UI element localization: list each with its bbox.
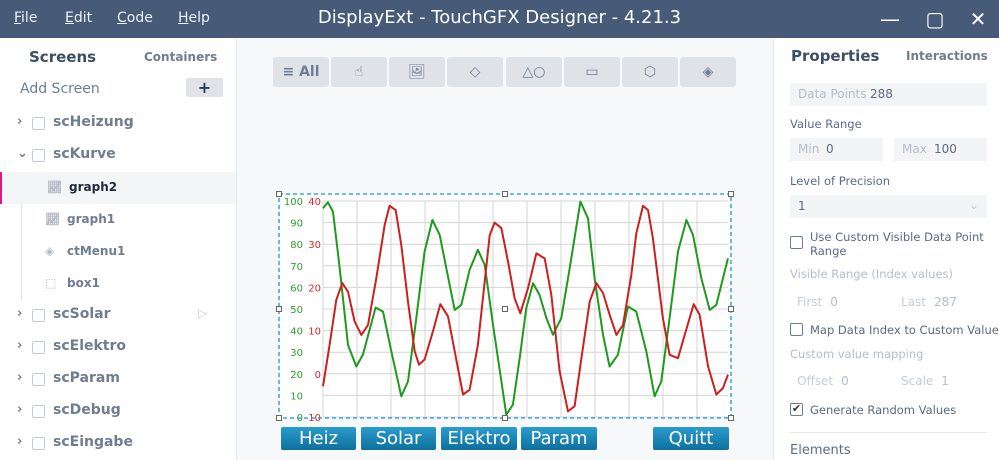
- scale-field: Scale 1: [901, 374, 949, 388]
- precision-select[interactable]: 1 ⌄: [790, 195, 987, 218]
- data-points-field[interactable]: Data Points 288: [790, 83, 987, 106]
- heiz-button[interactable]: Heiz: [281, 427, 356, 450]
- resize-handle[interactable]: [276, 191, 282, 197]
- generate-random-label: Generate Random Values: [810, 403, 957, 417]
- resize-handle[interactable]: [728, 191, 734, 197]
- resize-handle[interactable]: [502, 191, 508, 197]
- green-axis-tick: 30: [290, 348, 303, 359]
- properties-panel: Properties Interactions Data Points 288 V…: [773, 38, 999, 460]
- green-axis-tick: 90: [290, 219, 303, 230]
- generate-random-checkbox[interactable]: ✔: [790, 403, 803, 416]
- green-axis-tick: 70: [290, 262, 303, 273]
- red-axis-tick: 0: [315, 370, 321, 381]
- red-axis-tick: 10: [308, 327, 321, 338]
- use-custom-range-label: Use Custom Visible Data Point Range: [810, 230, 984, 258]
- tab-properties[interactable]: Properties: [791, 47, 879, 65]
- solar-button[interactable]: Solar: [361, 427, 436, 450]
- param-button[interactable]: Param: [521, 427, 597, 450]
- use-custom-range-checkbox[interactable]: [790, 236, 803, 249]
- green-axis-tick: 20: [290, 370, 303, 381]
- offset-field: Offset 0: [797, 374, 849, 388]
- green-axis-tick: 100: [284, 197, 303, 208]
- last-field: Last 287: [901, 295, 957, 309]
- resize-handle[interactable]: [502, 415, 508, 421]
- divider: [790, 432, 987, 433]
- min-field[interactable]: Min 0: [790, 138, 883, 161]
- red-axis-tick: 20: [308, 283, 321, 294]
- elektro-button[interactable]: Elektro: [441, 427, 517, 450]
- elements-section[interactable]: Elements: [790, 443, 851, 458]
- visible-range-label: Visible Range (Index values): [790, 267, 954, 281]
- resize-handle[interactable]: [728, 306, 734, 312]
- green-axis-tick: 60: [290, 283, 303, 294]
- max-field[interactable]: Max 100: [894, 138, 987, 161]
- resize-handle[interactable]: [728, 415, 734, 421]
- resize-handle[interactable]: [276, 415, 282, 421]
- green-axis-tick: 80: [290, 240, 303, 251]
- move-handle[interactable]: [502, 306, 508, 312]
- map-index-checkbox[interactable]: [790, 323, 803, 336]
- quitt-button[interactable]: Quitt: [653, 427, 729, 450]
- resize-handle[interactable]: [276, 306, 282, 312]
- red-axis-tick: 30: [308, 240, 321, 251]
- map-index-label: Map Data Index to Custom Value: [810, 323, 999, 337]
- custom-mapping-label: Custom value mapping: [790, 347, 924, 361]
- first-field: First 0: [797, 295, 838, 309]
- green-axis-tick: 50: [290, 305, 303, 316]
- green-axis-tick: 40: [290, 327, 303, 338]
- precision-label: Level of Precision: [790, 174, 891, 188]
- chevron-down-icon: ⌄: [968, 198, 979, 212]
- value-range-label: Value Range: [790, 117, 862, 131]
- tab-interactions[interactable]: Interactions: [906, 49, 988, 63]
- green-axis-tick: 10: [290, 391, 303, 402]
- red-axis-tick: 40: [308, 197, 321, 208]
